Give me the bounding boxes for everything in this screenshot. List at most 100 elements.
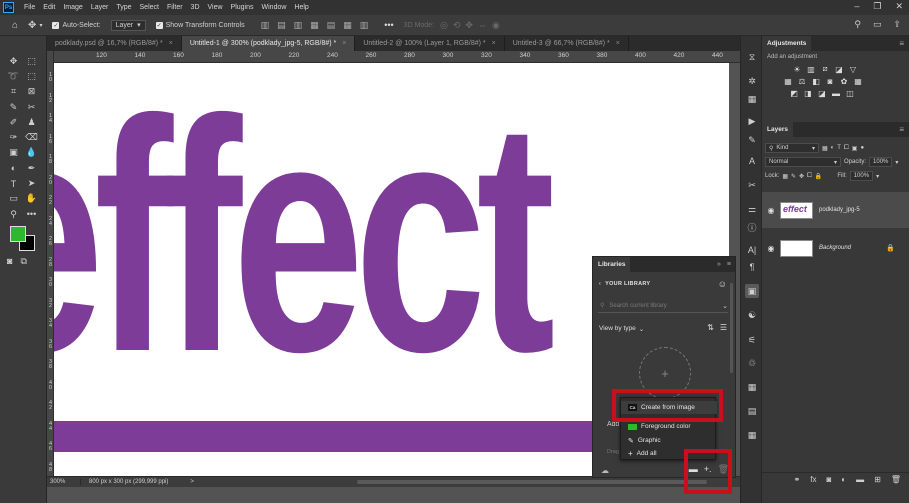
- fill-field[interactable]: 100%: [849, 171, 874, 181]
- libraries-tab[interactable]: Libraries: [593, 257, 631, 272]
- chevron-down-icon[interactable]: ▾: [895, 159, 898, 166]
- panel-menu-icon[interactable]: ≡: [727, 261, 731, 268]
- menu-window[interactable]: Window: [258, 4, 291, 11]
- grid-icon[interactable]: ▦: [745, 380, 759, 394]
- photo-filter-icon[interactable]: ◙: [825, 76, 835, 86]
- minimize-icon[interactable]: –: [854, 1, 859, 12]
- tab-podklady[interactable]: podklady.psd @ 16,7% (RGB/8#) * ×: [47, 36, 182, 51]
- lock-all-icon[interactable]: 🔒: [815, 173, 822, 180]
- menu-select[interactable]: Select: [136, 4, 163, 11]
- opacity-field[interactable]: 100%: [869, 157, 893, 167]
- menu-layer[interactable]: Layer: [87, 4, 113, 11]
- more-options-icon[interactable]: •••: [384, 20, 393, 31]
- threshold-icon[interactable]: ◪: [817, 88, 827, 98]
- align-hcenter-icon[interactable]: ▤: [327, 20, 336, 31]
- new-layer-icon[interactable]: ⊞: [874, 475, 881, 484]
- lasso-tool-icon[interactable]: ➰: [6, 69, 21, 83]
- library-search-input[interactable]: ⚲ Search current library ⌄: [598, 299, 728, 313]
- filter-adjust-icon[interactable]: ◐: [831, 145, 835, 151]
- filter-pixel-icon[interactable]: ▦: [822, 145, 828, 152]
- patterns-icon[interactable]: ▦: [745, 428, 759, 442]
- close-icon[interactable]: ×: [342, 40, 346, 47]
- lock-position-icon[interactable]: ✥: [799, 173, 804, 180]
- close-icon[interactable]: ✕: [895, 1, 903, 12]
- move-tool-icon[interactable]: ✥: [6, 54, 21, 68]
- screen-mode-icon[interactable]: ⧉: [20, 256, 26, 267]
- levels-icon[interactable]: ▥: [806, 64, 816, 74]
- brushes-icon[interactable]: ✎: [745, 133, 759, 147]
- sort-icon[interactable]: ⇅: [707, 323, 714, 332]
- filter-toggle-icon[interactable]: ●: [860, 145, 864, 151]
- pen-tool-icon[interactable]: ✒: [24, 161, 39, 175]
- filter-type-icon[interactable]: T: [837, 145, 841, 151]
- path-select-icon[interactable]: ➤: [24, 176, 39, 190]
- search-icon[interactable]: ⚲: [854, 19, 861, 30]
- gradients-icon[interactable]: ▤: [745, 404, 759, 418]
- blend-mode-dropdown[interactable]: Normal ▾: [765, 157, 841, 167]
- panel-menu-icon[interactable]: ≡: [899, 125, 904, 134]
- filter-shape-icon[interactable]: ⧠: [844, 145, 849, 152]
- layer-row-podklady[interactable]: ◉ effect podklady_jpg-5: [762, 192, 909, 228]
- lock-transparent-icon[interactable]: ▦: [782, 173, 788, 180]
- close-icon[interactable]: ×: [616, 40, 620, 47]
- delete-layer-icon[interactable]: 🗑: [891, 475, 901, 484]
- menu-edit[interactable]: Edit: [39, 4, 59, 11]
- menu-3d[interactable]: 3D: [187, 4, 204, 11]
- restore-icon[interactable]: ❐: [873, 1, 881, 12]
- vibrance-icon[interactable]: ▽: [848, 64, 858, 74]
- menu-filter[interactable]: Filter: [163, 4, 187, 11]
- more-tools-icon[interactable]: •••: [24, 207, 39, 221]
- visibility-eye-icon[interactable]: ◉: [762, 244, 780, 253]
- home-icon[interactable]: ⌂: [12, 20, 18, 31]
- share-icon[interactable]: ⇪: [893, 19, 901, 30]
- quick-mask-icon[interactable]: ◙: [7, 256, 12, 267]
- status-menu-arrow[interactable]: >: [190, 479, 194, 485]
- character-styles-icon[interactable]: A: [745, 154, 759, 168]
- move-tool-preset[interactable]: ✥ ▾: [28, 20, 42, 31]
- menu-plugins[interactable]: Plugins: [227, 4, 258, 11]
- adjust-sliders-icon[interactable]: ⚟: [745, 333, 759, 347]
- library-nav[interactable]: ‹ YOUR LIBRARY: [599, 281, 650, 287]
- auto-select-dropdown[interactable]: Layer ▾: [110, 19, 146, 31]
- menu-file[interactable]: File: [20, 4, 39, 11]
- menu-view[interactable]: View: [204, 4, 227, 11]
- align-bottom-icon[interactable]: ▥: [294, 20, 303, 31]
- show-transform-option[interactable]: ✓ Show Transform Controls: [155, 21, 245, 29]
- horizontal-scrollbar[interactable]: [357, 480, 707, 484]
- libraries-scrollbar[interactable]: [730, 283, 733, 373]
- selective-color-icon[interactable]: ◫: [845, 88, 855, 98]
- gradient-map-icon[interactable]: ▬: [831, 88, 841, 98]
- channels-icon[interactable]: ☯: [745, 308, 759, 322]
- align-left-icon[interactable]: ▦: [310, 20, 319, 31]
- swatches-icon[interactable]: ▦: [745, 92, 759, 106]
- new-group-icon[interactable]: ▬: [856, 475, 864, 484]
- type-tool-icon[interactable]: T: [6, 176, 21, 190]
- adjustments-tab[interactable]: Adjustments: [762, 36, 812, 51]
- invert-icon[interactable]: ◩: [789, 88, 799, 98]
- cloud-sync-icon[interactable]: ☁: [601, 466, 609, 475]
- lock-pixels-icon[interactable]: ✎: [791, 173, 796, 180]
- zoom-tool-icon[interactable]: ⚲: [6, 207, 21, 221]
- layer-row-background[interactable]: ◉ Background 🔒: [762, 230, 909, 266]
- curves-icon[interactable]: ⧄: [820, 64, 830, 74]
- hand-tool-icon[interactable]: ✋: [24, 192, 39, 206]
- brush-tool-icon[interactable]: ✐: [6, 115, 21, 129]
- close-icon[interactable]: ×: [169, 40, 173, 47]
- workspace-icon[interactable]: ▭: [873, 19, 882, 30]
- play-actions-icon[interactable]: ▶: [745, 114, 759, 128]
- link-layers-icon[interactable]: ⚭: [794, 475, 801, 484]
- align-right-icon[interactable]: ▦: [343, 20, 352, 31]
- layer-name[interactable]: Background: [819, 245, 851, 251]
- hue-saturation-icon[interactable]: ▦: [783, 76, 793, 86]
- distribute-icon[interactable]: ▥: [360, 20, 369, 31]
- properties-icon[interactable]: ⚌: [745, 202, 759, 216]
- chevron-down-icon[interactable]: ▾: [876, 173, 879, 180]
- foreground-color-swatch[interactable]: [10, 226, 26, 242]
- layer-style-fx-icon[interactable]: fx: [810, 475, 816, 484]
- channel-mixer-icon[interactable]: ✿: [839, 76, 849, 86]
- zoom-level[interactable]: 300%: [47, 479, 81, 485]
- exposure-icon[interactable]: ◪: [834, 64, 844, 74]
- marquee-tool-icon[interactable]: ⬚: [24, 54, 39, 68]
- chevron-down-icon[interactable]: ⌄: [722, 302, 728, 310]
- menu-help[interactable]: Help: [290, 4, 312, 11]
